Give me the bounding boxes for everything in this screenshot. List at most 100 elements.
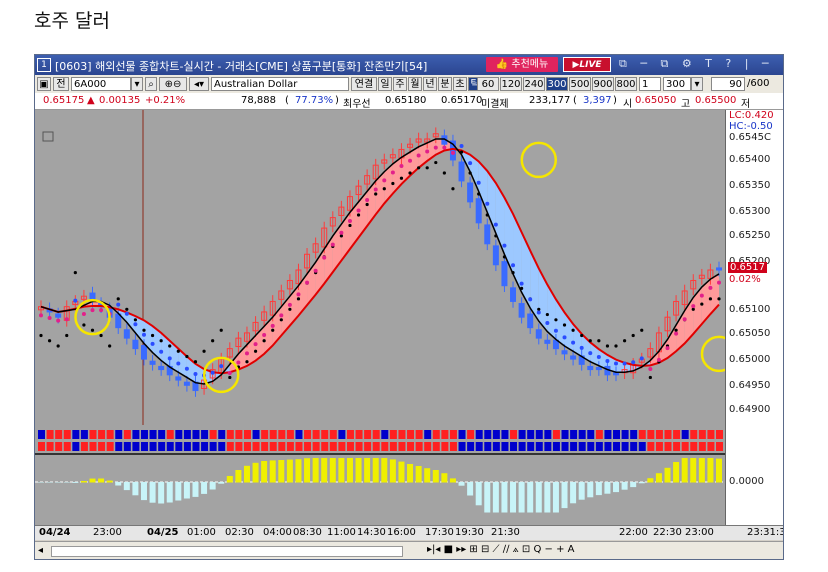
histogram-bar [716,458,722,483]
count-field[interactable]: 1 [639,77,661,91]
signal-dot [553,328,558,333]
sound-icon[interactable]: ◂▾ [189,77,209,91]
signal-dot [227,370,232,375]
live-button[interactable]: ▶LIVE [563,57,611,72]
signal-bar-bottom [518,442,526,451]
signal-bar-bottom [106,442,114,451]
period-button[interactable]: 일 [378,77,392,91]
sar-dot [39,333,43,338]
signal-dot [579,345,584,350]
time-label: 04:00 [263,527,292,538]
signal-bar-bottom [501,442,509,451]
sar-dot [408,171,412,175]
sar-dot [382,187,386,191]
bar-count-field[interactable]: 300 [663,77,691,91]
signal-dot [81,312,86,317]
signal-bar-top [449,430,457,439]
price-chart[interactable] [35,110,738,525]
paren-open: ( [573,95,577,106]
signal-bar-bottom [458,442,466,451]
sar-dot [588,339,592,343]
signal-dot [571,340,576,345]
mode-button[interactable]: 전 [53,77,69,91]
interval-button[interactable]: 60 [477,77,499,91]
period-button[interactable]: 년 [423,77,437,91]
signal-bar-top [226,430,234,439]
sar-dot [65,333,69,338]
scroll-bar[interactable]: ◂ ▸|◂ ■ ▸▸ ⊞ ⊟ ⟋ ∕∕ ⟑ ⊡ Q − + A [35,541,783,559]
signal-bar-bottom [510,442,518,451]
time-axis: 04/24 23:00 04/25 01:00 02:30 04:00 08:30 11:00… [35,525,783,540]
sar-dot [468,171,472,175]
interval-button[interactable]: 300 [546,77,568,91]
interval-button[interactable]: 800 [615,77,637,91]
histogram-bar [372,458,379,483]
price-tick: 0.65350 [729,180,771,191]
signal-bar-bottom [132,442,140,451]
interval-button[interactable]: 900 [592,77,614,91]
signal-bar-top [364,430,372,439]
chart-area[interactable] [35,110,738,525]
signal-bar-bottom [561,442,569,451]
scroll-left-icon[interactable]: ◂ [38,545,43,556]
price-axis: LC:0.420 HC:-0.50 0.6545C 0.65400 0.65350 0… [725,110,783,525]
signal-bar-bottom [261,442,269,451]
scroll-track[interactable] [51,546,403,557]
period-button[interactable]: 초 [453,77,467,91]
chevron-down-icon[interactable]: ▾ [131,77,143,91]
signal-bar-bottom [286,442,294,451]
chart-tools[interactable]: ▸|◂ ■ ▸▸ ⊞ ⊟ ⟋ ∕∕ ⟑ ⊡ Q − + A [427,544,574,555]
histogram-bar [209,482,216,490]
signal-bar-bottom [55,442,63,451]
histogram-bar [458,482,465,486]
sar-dot [562,323,567,327]
signal-dot [236,360,241,365]
instrument-name: Australian Dollar [211,77,349,91]
signal-bar-bottom [475,442,483,451]
period-button[interactable]: 분 [438,77,452,91]
period-button[interactable]: 연결 [351,77,377,91]
highlight-circle [520,141,558,179]
signal-bar-bottom [587,442,595,451]
zoom-input[interactable]: 90 [711,77,745,91]
signal-bar-top [475,430,483,439]
histogram-bar [304,458,311,483]
signal-bar-top [123,430,131,439]
histogram-bar [415,466,422,483]
histogram-bar [449,478,456,483]
interval-button[interactable]: 120 [500,77,522,91]
histogram-bar [106,480,113,483]
time-label: 11:00 [327,527,356,538]
candle-body [492,245,499,266]
symbol-input[interactable]: 6A000 [71,77,131,91]
signal-bar-top [98,430,106,439]
search-icon[interactable]: ⌕ [145,77,157,91]
period-button[interactable]: 월 [408,77,422,91]
signal-dot [485,201,490,206]
candle-body [587,365,594,371]
signal-bar-bottom [158,442,166,451]
histogram-bar [55,482,62,483]
sar-dot [554,318,558,322]
recommend-menu-button[interactable]: 👍 추천메뉴 [486,57,558,72]
period-button[interactable]: 주 [393,77,407,91]
signal-dot [313,268,318,273]
signal-bar-bottom [484,442,492,451]
sar-dot [142,328,146,332]
layout-icon[interactable]: ▣ [37,77,51,91]
signal-bar-top [372,430,380,439]
interval-button[interactable]: 240 [523,77,545,91]
candle-body [140,344,147,360]
signal-bar-bottom [192,442,200,451]
histogram-bar [587,482,594,498]
signal-dot [176,361,181,366]
compare-icon[interactable]: ⊕⊖ [159,77,187,91]
sar-dot [125,307,129,311]
quote-bar: 0.65175 ▲ 0.00135 +0.21% 78,888 ( 77.73%… [35,93,783,110]
interval-button[interactable]: 500 [569,77,591,91]
signal-bar-top [690,430,698,439]
window-controls[interactable]: ⧉ ─ ⧉ ⚙ T ? | ─ □ × [619,57,783,71]
chevron-down-icon[interactable]: ▾ [691,77,703,91]
signal-dot [450,150,455,155]
signal-dot [382,178,387,183]
